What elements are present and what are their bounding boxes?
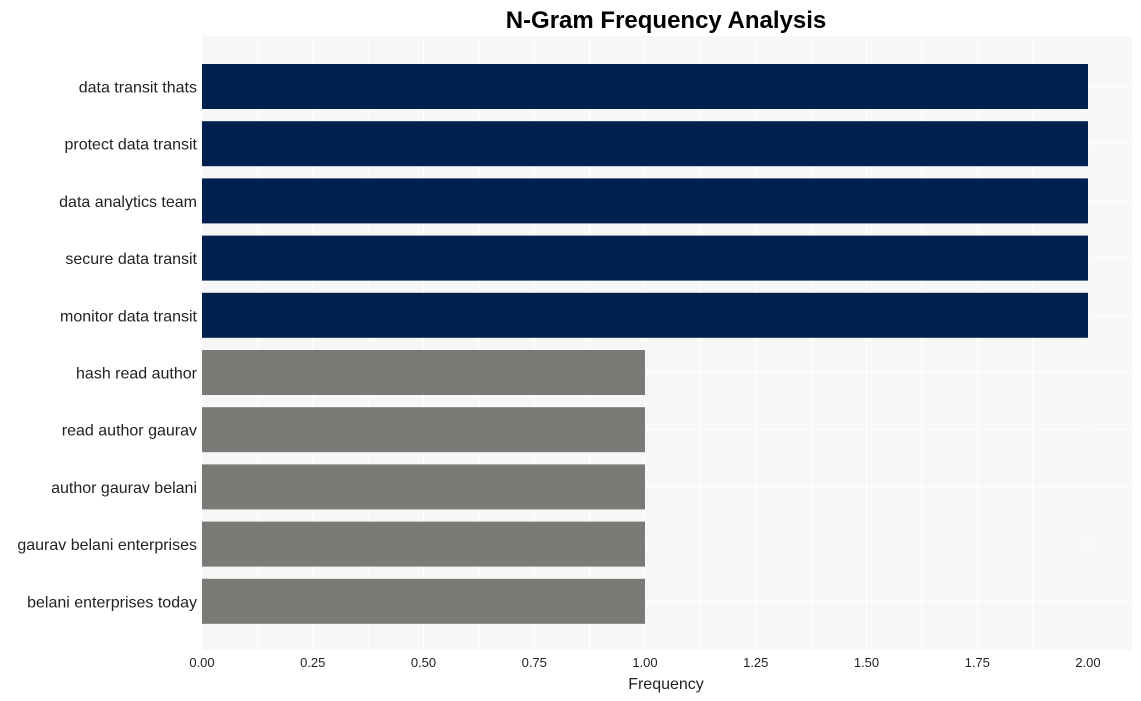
bar — [202, 178, 1088, 224]
x-tick-label: 1.25 — [743, 655, 768, 670]
bar — [202, 292, 1088, 338]
y-tick-label: belani enterprises today — [27, 594, 197, 611]
bar — [202, 350, 645, 395]
y-tick-label: author gaurav belani — [51, 480, 197, 497]
chart-title: N-Gram Frequency Analysis — [506, 7, 827, 34]
y-tick-label: gaurav belani enterprises — [17, 537, 197, 554]
y-tick-label: hash read author — [76, 366, 198, 383]
y-tick-label: read author gaurav — [62, 423, 197, 440]
x-tick-label: 2.00 — [1075, 655, 1100, 670]
x-tick-label: 0.25 — [300, 655, 325, 670]
bar — [202, 407, 645, 453]
x-tick-label: 0.00 — [189, 655, 214, 670]
y-tick-label: data transit thats — [79, 80, 197, 97]
bar — [202, 64, 1088, 109]
x-axis-label: Frequency — [628, 676, 704, 693]
bar — [202, 521, 645, 567]
bar — [202, 578, 645, 624]
y-tick-label: protect data transit — [64, 137, 197, 154]
y-tick-label: secure data transit — [65, 251, 197, 268]
x-axis-ticks: 0.00 0.25 0.50 0.75 1.00 1.25 1.50 1.75 2.00 — [189, 655, 1100, 670]
x-tick-label: 0.75 — [522, 655, 547, 670]
x-tick-label: 0.50 — [411, 655, 436, 670]
y-tick-label: monitor data transit — [60, 308, 198, 325]
bar — [202, 235, 1088, 281]
bar — [202, 121, 1088, 167]
y-tick-label: data analytics team — [59, 194, 197, 211]
y-axis-labels: data transit thats protect data transit da… — [17, 80, 197, 612]
x-tick-label: 1.00 — [632, 655, 657, 670]
bar — [202, 464, 645, 510]
x-tick-label: 1.50 — [854, 655, 879, 670]
x-tick-label: 1.75 — [965, 655, 990, 670]
ngram-bar-chart: data transit thats protect data transit da… — [17, 7, 1132, 693]
